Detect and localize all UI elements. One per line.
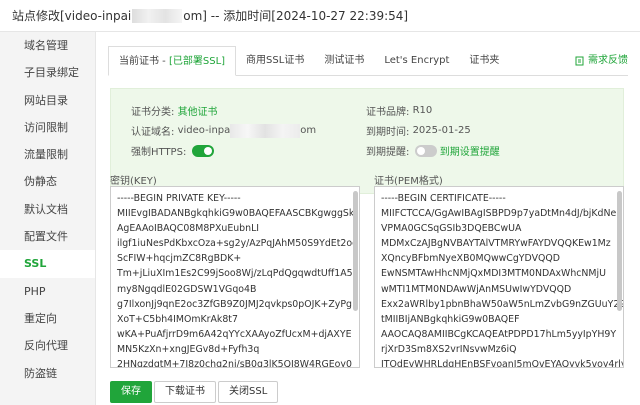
expiry-reminder-toggle[interactable] (414, 144, 437, 157)
cert-label: 证书(PEM格式) (374, 176, 443, 187)
cert-category-value: 其他证书 (177, 107, 218, 118)
sidebar-item[interactable]: 域名管理 (0, 32, 95, 59)
private-key-content: -----BEGIN PRIVATE KEY----- MIIEvgIBADAN… (117, 193, 358, 368)
feedback-label: 需求反馈 (588, 55, 628, 66)
tab-current-cert[interactable]: 当前证书 - [已部署SSL] (108, 46, 237, 76)
cert-expiry: 到期时间: 2025-01-25 (366, 125, 471, 138)
cert-domain-suffix: om (300, 125, 317, 136)
sidebar: 域名管理 子目录绑定 网站目录 访问限制 流量限制 伪静态 默认文档 配置文件 SSL PHP 重定… (0, 32, 96, 405)
cert-info-box: 证书分类: 其他证书 认证域名: video-inpa om 强制HTTPS: 证… (110, 88, 624, 194)
sidebar-item[interactable]: 防盗链 (0, 360, 95, 387)
cert-domain: 认证域名: video-inpa om (131, 123, 317, 138)
sidebar-item[interactable]: PHP (0, 278, 95, 305)
expiry-reminder: 到期提醒: 到期设置提醒 (366, 143, 500, 158)
tab-current-label: 当前证书 - (119, 56, 169, 67)
cert-expiry-value: 2025-01-25 (412, 125, 471, 136)
sidebar-item[interactable]: 重定向 (0, 305, 95, 332)
sidebar-item[interactable]: 访问限制 (0, 114, 95, 141)
tab-bar: 当前证书 - [已部署SSL] 商用SSL证书 测试证书 Let's Encry… (108, 46, 628, 76)
private-key-textarea[interactable]: -----BEGIN PRIVATE KEY----- MIIEvgIBADAN… (110, 186, 360, 368)
force-https: 强制HTTPS: (131, 143, 214, 158)
sidebar-item[interactable]: 配置文件 (0, 223, 95, 250)
redacted-mask (230, 123, 301, 138)
cert-scrollbar[interactable] (617, 191, 622, 311)
sidebar-item[interactable]: 流量限制 (0, 141, 95, 168)
ssl-status: [已部署SSL] (168, 56, 226, 67)
tab-cert-folder[interactable]: 证书夹 (459, 46, 509, 76)
main-panel: 当前证书 - [已部署SSL] 商用SSL证书 测试证书 Let's Encry… (96, 32, 640, 405)
sidebar-item[interactable]: 反向代理 (0, 332, 95, 359)
force-https-toggle[interactable] (191, 144, 214, 157)
redacted-mask (132, 8, 183, 23)
cert-category: 证书分类: 其他证书 (131, 103, 218, 118)
window-title: 站点修改[video-inpai om] -- 添加时间[2024-10-27 2… (0, 0, 640, 32)
title-suffix: om] -- 添加时间[2024-10-27 22:39:54] (183, 9, 409, 23)
tab-test-cert[interactable]: 测试证书 (314, 46, 374, 76)
set-reminder-link[interactable]: 到期设置提醒 (440, 143, 500, 158)
sidebar-item[interactable]: 网站目录 (0, 87, 95, 114)
key-label: 密钥(KEY) (110, 176, 157, 187)
sidebar-item[interactable]: 伪静态 (0, 168, 95, 195)
sidebar-item[interactable]: SSL (0, 250, 95, 278)
cert-domain-prefix: video-inpa (177, 125, 231, 136)
cert-brand: 证书品牌: R10 (366, 105, 433, 118)
sidebar-item[interactable]: 默认文档 (0, 196, 95, 223)
download-cert-button[interactable]: 下载证书 (154, 381, 216, 403)
certificate-content: -----BEGIN CERTIFICATE----- MIIFCTCCA/Gg… (381, 193, 624, 368)
feedback-link[interactable]: 需求反馈 (575, 46, 628, 76)
tab-commercial-ssl[interactable]: 商用SSL证书 (236, 46, 314, 76)
tab-lets-encrypt[interactable]: Let's Encrypt (374, 46, 459, 76)
key-scrollbar[interactable] (353, 191, 358, 311)
cert-brand-value: R10 (412, 105, 433, 116)
save-button[interactable]: 保存 (110, 381, 152, 403)
title-prefix: 站点修改[video-inpai (12, 9, 132, 23)
sidebar-item[interactable]: 子目录绑定 (0, 59, 95, 86)
edit-icon (575, 56, 584, 66)
close-ssl-button[interactable]: 关闭SSL (218, 381, 279, 403)
certificate-textarea[interactable]: -----BEGIN CERTIFICATE----- MIIFCTCCA/Gg… (374, 186, 624, 368)
